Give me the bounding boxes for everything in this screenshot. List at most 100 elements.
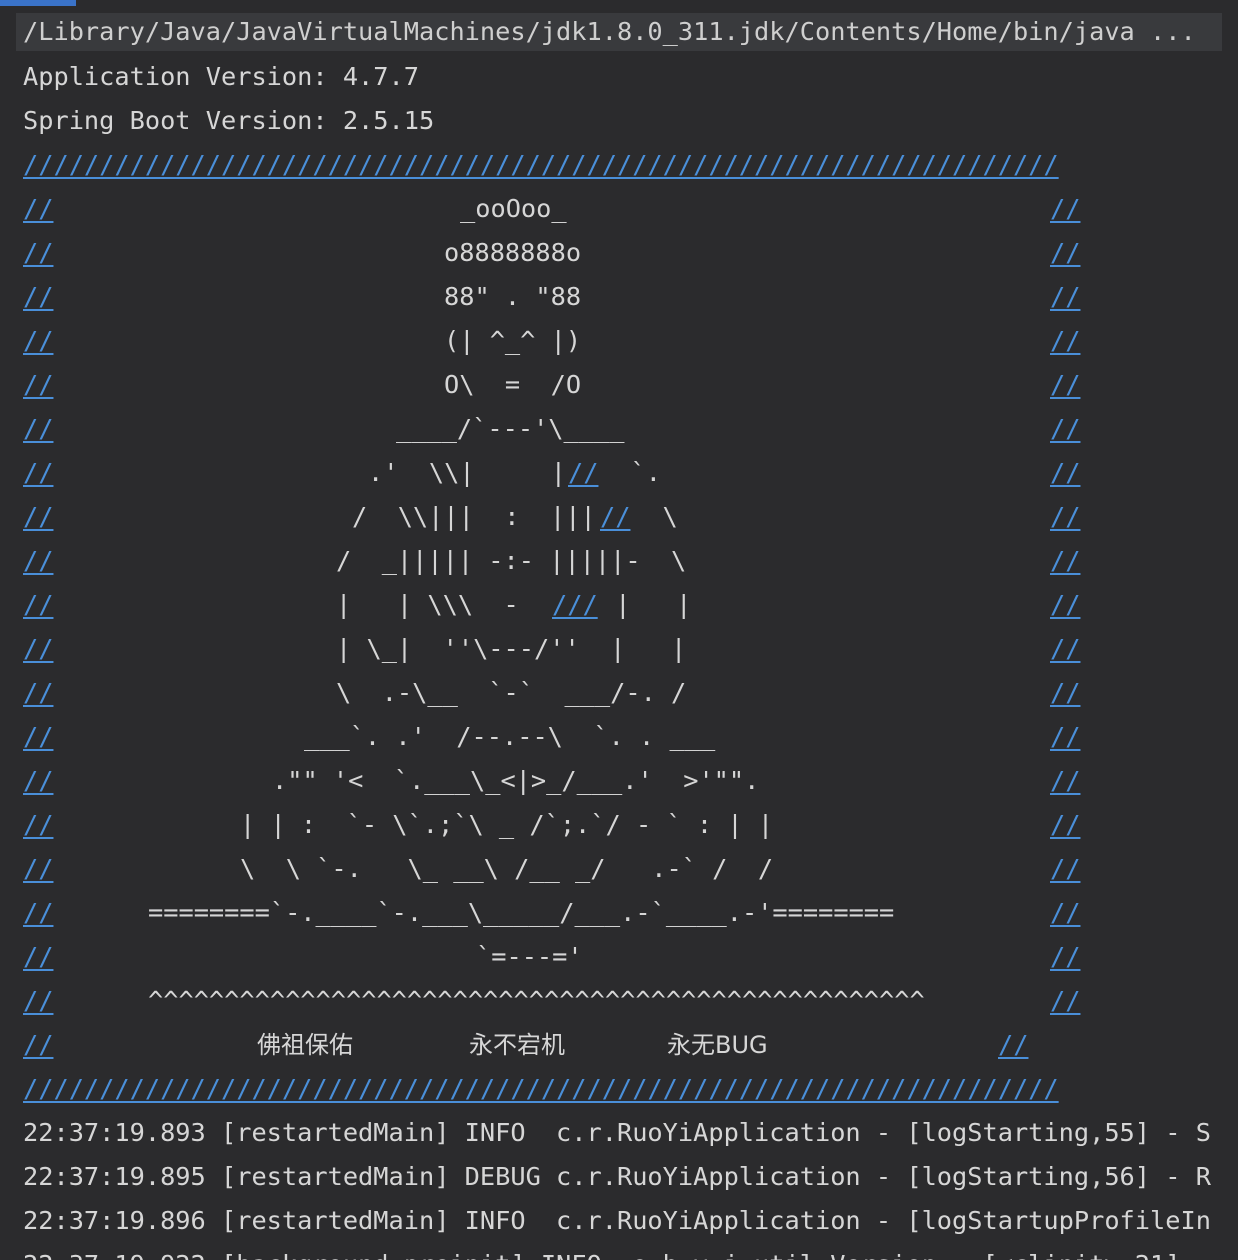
banner-art-text: ____/`---'\____ bbox=[396, 414, 625, 443]
left-edge-marker: // bbox=[23, 414, 54, 443]
command-line[interactable]: /Library/Java/JavaVirtualMachines/jdk1.8… bbox=[16, 13, 1222, 51]
left-edge-marker: // bbox=[23, 898, 54, 927]
left-edge-marker: // bbox=[23, 986, 54, 1015]
banner-row: // | | : `- \`.;`\ _ /`;.`/ - ` : | | // bbox=[23, 803, 1080, 847]
banner-row: // | \_| ''\---/'' | | // bbox=[23, 627, 1080, 671]
log-line: 22:37:19.895 [restartedMain] DEBUG c.r.R… bbox=[23, 1162, 1211, 1191]
log-line: 22:37:19.896 [restartedMain] INFO c.r.Ru… bbox=[23, 1206, 1211, 1235]
banner-art-text: ^^^^^^^^^^^^^^^^^^^^^^^^^^^^^^^^^^^^^^^^… bbox=[148, 986, 925, 1015]
right-edge-marker: // bbox=[1050, 810, 1081, 839]
right-edge-marker: // bbox=[1050, 502, 1081, 531]
banner-art-tail: `. bbox=[600, 458, 661, 487]
right-edge-marker: // bbox=[998, 1030, 1029, 1059]
banner-art-text: ___`. .' /--.--\ `. . ___ bbox=[304, 722, 716, 751]
left-edge-marker: // bbox=[23, 370, 54, 399]
banner-art-text: / _||||| -:- |||||- \ bbox=[336, 546, 687, 575]
banner-art-text: | | : `- \`.;`\ _ /`;.`/ - ` : | | bbox=[240, 810, 774, 839]
left-edge-marker: // bbox=[23, 722, 54, 751]
left-edge-marker: // bbox=[23, 942, 54, 971]
banner-art-text: O\ = /O bbox=[444, 370, 582, 399]
banner-art-text: \ \ `-. \_ __\ /__ _/ .-` / / bbox=[240, 854, 774, 883]
banner-art-tail: | | bbox=[600, 590, 692, 619]
right-edge-marker: // bbox=[1050, 282, 1081, 311]
left-edge-marker: // bbox=[23, 546, 54, 575]
art-slash-highlight: /// bbox=[552, 590, 598, 619]
left-edge-marker: // bbox=[23, 810, 54, 839]
log-line: 22:37:19.922 [background-preinit] INFO o… bbox=[23, 1243, 1211, 1260]
right-edge-marker: // bbox=[1050, 854, 1081, 883]
blessing-2: 永不宕机 bbox=[469, 1031, 565, 1059]
right-edge-marker: // bbox=[1050, 238, 1081, 267]
banner-art-text: .' \\| | bbox=[368, 458, 566, 487]
right-edge-marker: // bbox=[1050, 194, 1081, 223]
left-edge-marker: // bbox=[23, 634, 54, 663]
left-edge-marker: // bbox=[23, 502, 54, 531]
active-tab-indicator bbox=[0, 0, 76, 6]
banner-art-text: `=---=' bbox=[476, 942, 583, 971]
banner-row: /// \\||| : |||// \// bbox=[23, 495, 1080, 539]
banner-blessing-row: // 佛祖保佑 永不宕机 永无BUG // bbox=[23, 1023, 1028, 1067]
right-edge-marker: // bbox=[1050, 546, 1081, 575]
right-edge-marker: // bbox=[1050, 414, 1081, 443]
banner-art-text: | \_| ''\---/'' | | bbox=[336, 634, 687, 663]
banner-row: // \ \ `-. \_ __\ /__ _/ .-` / / // bbox=[23, 847, 1080, 891]
left-edge-marker: // bbox=[23, 590, 54, 619]
banner-row: // \ .-\__ `-` ___/-. / // bbox=[23, 671, 1080, 715]
blessing-1: 佛祖保佑 bbox=[257, 1031, 353, 1059]
right-edge-marker: // bbox=[1050, 898, 1081, 927]
banner-row: // ."" '< `.___\_<|>_/___.' >'"". // bbox=[23, 759, 1080, 803]
right-edge-marker: // bbox=[1050, 326, 1081, 355]
left-edge-marker: // bbox=[23, 238, 54, 267]
right-edge-marker: // bbox=[1050, 458, 1081, 487]
banner-row: //.' \\| |// `.// bbox=[23, 451, 1080, 495]
banner-row: // ^^^^^^^^^^^^^^^^^^^^^^^^^^^^^^^^^^^^^^… bbox=[23, 979, 1080, 1023]
banner-row: // ========`-.____`-.___\_____/___.-`____… bbox=[23, 891, 1080, 935]
banner-row: // o8888888o // bbox=[23, 231, 1080, 275]
left-edge-marker: // bbox=[23, 282, 54, 311]
right-edge-marker: // bbox=[1050, 722, 1081, 751]
banner-art-text: o8888888o bbox=[444, 238, 582, 267]
banner-art-text: (| ^_^ |) bbox=[444, 326, 582, 355]
left-edge-marker: // bbox=[23, 194, 54, 223]
right-edge-marker: // bbox=[1050, 766, 1081, 795]
console-output: /Library/Java/JavaVirtualMachines/jdk1.8… bbox=[0, 0, 1238, 1260]
banner-row: // 88" . "88 // bbox=[23, 275, 1080, 319]
banner-row: // | | \\\ - /// | | // bbox=[23, 583, 1080, 627]
banner-row: // `=---=' // bbox=[23, 935, 1080, 979]
right-edge-marker: // bbox=[1050, 678, 1081, 707]
boot-version-line: Spring Boot Version: 2.5.15 bbox=[23, 106, 435, 135]
banner-art-text: _ooOoo_ bbox=[460, 194, 567, 223]
left-edge-marker: // bbox=[23, 1030, 54, 1059]
banner-art-text: \ .-\__ `-` ___/-. / bbox=[336, 678, 687, 707]
log-line: 22:37:19.893 [restartedMain] INFO c.r.Ru… bbox=[23, 1118, 1211, 1147]
banner-art-text: / \\||| : ||| bbox=[352, 502, 596, 531]
banner-top-border: ////////////////////////////////////////… bbox=[23, 143, 1059, 187]
left-edge-marker: // bbox=[23, 326, 54, 355]
blessing-3: 永无BUG bbox=[667, 1031, 768, 1059]
right-edge-marker: // bbox=[1050, 370, 1081, 399]
banner-row: // (| ^_^ |) // bbox=[23, 319, 1080, 363]
banner-art-tail: \ bbox=[632, 502, 678, 531]
border-slashes: ////////////////////////////////////////… bbox=[23, 150, 1059, 179]
left-edge-marker: // bbox=[23, 458, 54, 487]
banner-art-text: | | \\\ - bbox=[336, 590, 550, 619]
banner-art-text: ."" '< `.___\_<|>_/___.' >'"". bbox=[272, 766, 760, 795]
banner-bottom-border: ////////////////////////////////////////… bbox=[23, 1067, 1059, 1111]
right-edge-marker: // bbox=[1050, 634, 1081, 663]
banner-art-text: 88" . "88 bbox=[444, 282, 582, 311]
art-slash-highlight: // bbox=[568, 458, 599, 487]
app-version-line: Application Version: 4.7.7 bbox=[23, 62, 419, 91]
right-edge-marker: // bbox=[1050, 590, 1081, 619]
right-edge-marker: // bbox=[1050, 986, 1081, 1015]
left-edge-marker: // bbox=[23, 678, 54, 707]
banner-row: // ___`. .' /--.--\ `. . ___ // bbox=[23, 715, 1080, 759]
banner-row: // ____/`---'\____ // bbox=[23, 407, 1080, 451]
left-edge-marker: // bbox=[23, 766, 54, 795]
banner-row: // O\ = /O // bbox=[23, 363, 1080, 407]
right-edge-marker: // bbox=[1050, 942, 1081, 971]
art-slash-highlight: // bbox=[600, 502, 631, 531]
left-edge-marker: // bbox=[23, 854, 54, 883]
banner-art-text: ========`-.____`-.___\_____/___.-`____.-… bbox=[148, 898, 895, 927]
banner-row: // _ooOoo_ // bbox=[23, 187, 1080, 231]
banner-row: // / _||||| -:- |||||- \ // bbox=[23, 539, 1080, 583]
